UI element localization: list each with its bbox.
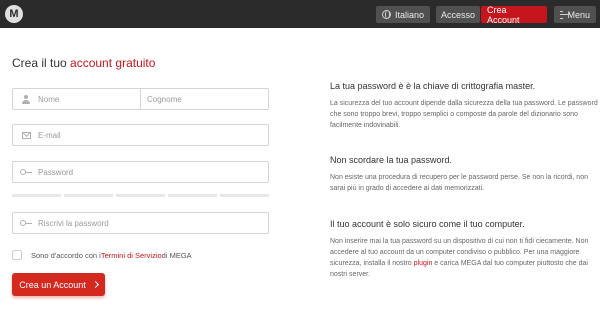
info-text-master-key: La sicurezza del tuo account dipende dal… [330,100,598,129]
key-icon-wrap [20,169,32,175]
page-title: Crea il tuo account gratuito [12,56,155,70]
repeat-password-field[interactable]: Riscrivi la password [12,212,269,234]
info-heading-computer: Il tuo account è solo sicuro come il tuo… [330,219,525,229]
create-account-button[interactable]: Crea un Account [12,273,105,296]
name-placeholder: Nome [38,94,60,104]
menu-label: Menu [567,9,590,20]
globe-icon [382,10,391,19]
terms-link[interactable]: Termini di Servizio [101,251,162,260]
logo-letter: M [9,7,19,20]
name-field[interactable]: Nome [12,88,140,110]
title-accent: account gratuito [70,56,156,70]
surname-field[interactable]: Cognome [140,88,269,110]
info-text-forget: Non esiste una procedura di recupero per… [330,174,588,192]
plugin-link[interactable]: plugin [414,260,433,267]
terms-suffix: di MEGA [161,250,192,260]
strength-segment [168,194,217,197]
password-placeholder: Password [38,167,74,177]
top-bar: M Italiano Accesso Crea Account Menu [0,0,600,28]
key-icon-wrap [20,220,32,226]
email-placeholder: E-mail [38,130,61,140]
password-strength-meter [12,194,269,197]
user-icon [22,94,31,104]
terms-row: Sono d'accordo con i Termini di Servizio… [12,250,192,260]
mail-icon-wrap [20,131,32,139]
terms-prefix: Sono d'accordo con i [31,250,101,260]
login-button[interactable]: Accesso [436,6,480,23]
create-account-label: Crea Account [487,4,520,25]
create-account-top-button[interactable]: Crea Account [481,4,547,25]
key-icon [20,220,32,226]
user-icon-wrap [20,94,32,104]
strength-segment [220,194,269,197]
info-text-computer: Non inserire mai la tua password su un d… [330,236,598,280]
repeat-password-placeholder: Riscrivi la password [38,218,109,228]
surname-placeholder: Cognome [147,94,182,104]
strength-segment [116,194,165,197]
mail-icon [21,131,31,139]
terms-checkbox[interactable] [12,250,22,260]
email-field[interactable]: E-mail [12,124,269,146]
chevron-right-icon [91,280,99,289]
strength-segment [12,194,61,197]
create-account-button-label: Crea un Account [19,279,86,290]
hamburger-icon [560,10,572,19]
language-label: Italiano [394,9,424,20]
mega-logo[interactable]: M [5,5,23,23]
info-heading-forget: Non scordare la tua password. [330,155,453,165]
strength-segment [64,194,113,197]
key-icon [20,169,32,175]
login-label: Accesso [441,9,476,20]
title-prefix: Crea il tuo [12,56,71,70]
language-button[interactable]: Italiano [376,6,430,23]
info-heading-master-key: La tua password è è la chiave di crittog… [330,81,536,91]
password-field[interactable]: Password [12,161,269,183]
menu-button[interactable]: Menu [554,6,596,23]
